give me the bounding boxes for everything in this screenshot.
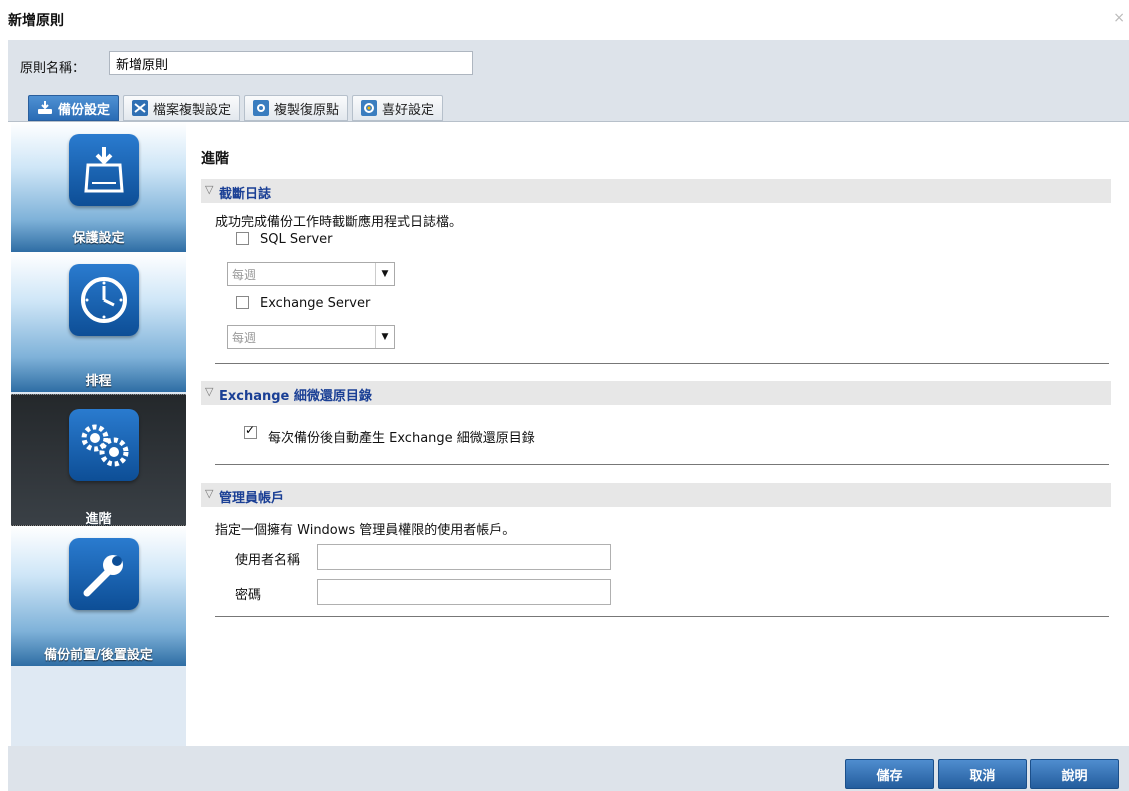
section-title: 管理員帳戶 [219,491,285,506]
sidebar-item-label: 保護設定 [72,231,125,246]
sql-frequency-select[interactable]: 每週 ▼ [227,262,395,286]
sidebar-item-label: 排程 [85,374,112,389]
window-title: 新增原則 [8,13,64,29]
sidebar-item-label: 進階 [85,512,112,527]
disk-download-icon [69,134,139,206]
username-field[interactable] [317,544,611,570]
password-label: 密碼 [235,588,262,603]
policy-name-input[interactable] [109,51,473,75]
advanced-settings-content: 進階 ▽ 截斷日誌 成功完成備份工作時截斷應用程式日誌檔。 SQL Server… [201,122,1111,746]
exchange-catalog-section-header[interactable]: ▽ Exchange 細微還原目錄 [201,381,1111,405]
tab-preferences[interactable]: 喜好設定 [352,95,444,121]
truncate-log-section-header[interactable]: ▽ 截斷日誌 [201,179,1111,203]
section-divider [215,464,1109,465]
tab-backup-settings[interactable]: 備份設定 [28,95,120,121]
policy-name-label: 原則名稱： [20,61,86,76]
collapse-triangle-icon[interactable]: ▽ [205,183,213,196]
exchange-server-checkbox[interactable] [236,296,249,309]
generate-catalog-checkbox[interactable] [244,423,257,439]
window-titlebar: 新增原則 × [0,0,1129,40]
save-button[interactable]: 儲存 [845,759,934,789]
admin-account-section-header[interactable]: ▽ 管理員帳戶 [201,483,1111,507]
backup-icon [37,100,53,116]
generate-catalog-label: 每次備份後自動產生 Exchange 細微還原目錄 [268,431,535,446]
section-title: 截斷日誌 [219,187,272,202]
select-value: 每週 [232,268,257,282]
policy-name-row: 原則名稱： [8,40,1129,90]
collapse-triangle-icon[interactable]: ▽ [205,487,213,500]
sql-server-label: SQL Server [260,232,333,247]
username-label: 使用者名稱 [235,553,301,568]
select-value: 每週 [232,331,257,345]
sql-server-checkbox[interactable] [236,232,249,245]
gears-icon [69,409,139,481]
tab-label: 檔案複製設定 [153,102,232,118]
chevron-down-icon[interactable]: ▼ [375,326,394,348]
clock-icon [69,264,139,336]
exchange-server-label: Exchange Server [260,296,371,311]
truncate-description: 成功完成備份工作時截斷應用程式日誌檔。 [215,215,463,230]
settings-panel: 保護設定 排程 進階 備份前置/後置設定 進階 ▽ 截斷日誌 成功完成備份工作時… [8,121,1129,746]
sidebar-item-label: 備份前置/後置設定 [44,648,153,663]
tab-label: 備份設定 [58,102,111,118]
tab-file-copy-settings[interactable]: 檔案複製設定 [123,95,241,121]
section-divider [215,616,1109,617]
tab-bar: 備份設定 檔案複製設定 複製復原點 喜好設定 [28,95,447,121]
password-field[interactable] [317,579,611,605]
admin-description: 指定一個擁有 Windows 管理員權限的使用者帳戶。 [215,523,516,538]
help-button[interactable]: 說明 [1030,759,1119,789]
wrench-icon [69,538,139,610]
sidebar-item-schedule[interactable]: 排程 [11,252,186,392]
chevron-down-icon[interactable]: ▼ [375,263,394,285]
copy-recovery-point-icon [253,100,270,116]
file-copy-icon [132,100,149,116]
preferences-icon [361,100,378,116]
sidebar-item-protection-settings[interactable]: 保護設定 [11,122,186,252]
tab-label: 喜好設定 [382,102,435,118]
cancel-button[interactable]: 取消 [938,759,1027,789]
close-icon[interactable]: × [1113,10,1125,26]
collapse-triangle-icon[interactable]: ▽ [205,385,213,398]
sidebar-item-pre-post-backup[interactable]: 備份前置/後置設定 [11,526,186,666]
exchange-frequency-select[interactable]: 每週 ▼ [227,325,395,349]
section-divider [215,363,1109,364]
section-title: Exchange 細微還原目錄 [219,389,372,404]
policy-dialog: 原則名稱： 備份設定 檔案複製設定 複製復原點 喜好設定 [8,40,1129,791]
tab-label: 複製復原點 [274,102,340,118]
page-title: 進階 [201,151,229,167]
tab-copy-recovery-points[interactable]: 複製復原點 [244,95,349,121]
sidebar: 保護設定 排程 進階 備份前置/後置設定 [11,122,186,746]
sidebar-item-advanced[interactable]: 進階 [11,394,186,527]
